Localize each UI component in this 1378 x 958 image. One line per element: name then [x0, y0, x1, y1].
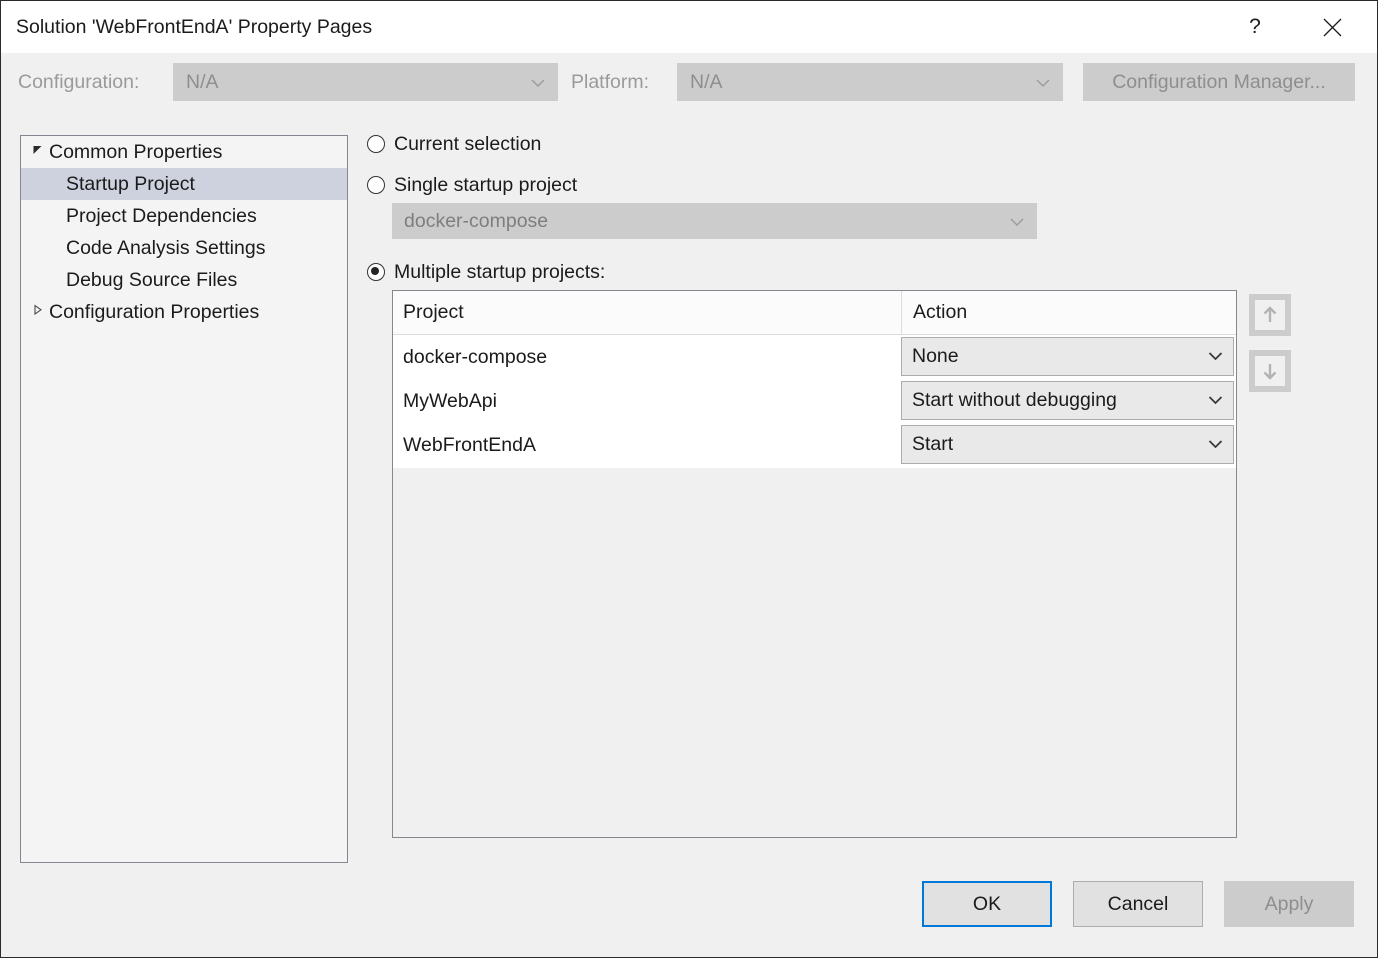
row-action-dropdown[interactable]: Start without debugging	[901, 381, 1234, 420]
cancel-button[interactable]: Cancel	[1073, 881, 1203, 927]
configuration-value: N/A	[186, 64, 219, 100]
tree-item-configuration-properties[interactable]: Configuration Properties	[21, 296, 347, 328]
configuration-bar: Configuration: N/A Platform: N/A Configu…	[1, 53, 1377, 123]
row-action-dropdown[interactable]: Start	[901, 425, 1234, 464]
grid-empty-area	[393, 468, 1236, 838]
radio-label: Single startup project	[394, 174, 577, 196]
platform-value: N/A	[690, 64, 723, 100]
column-header-project[interactable]: Project	[393, 291, 900, 334]
chevron-down-icon	[1036, 64, 1050, 100]
radio-indicator[interactable]	[367, 135, 385, 153]
window-title: Solution 'WebFrontEndA' Property Pages	[16, 1, 372, 53]
chevron-down-icon	[1208, 426, 1223, 463]
grid-header: Project Action	[393, 291, 1236, 335]
single-startup-project-dropdown[interactable]: docker-compose	[392, 203, 1037, 239]
radio-label: Current selection	[394, 133, 541, 155]
configuration-manager-button[interactable]: Configuration Manager...	[1083, 63, 1355, 101]
radio-current-selection[interactable]: Current selection	[367, 133, 541, 156]
table-row[interactable]: docker-compose None	[393, 335, 1236, 379]
tree-item-debug-source-files[interactable]: Debug Source Files	[21, 264, 347, 296]
row-project-name: MyWebApi	[403, 379, 497, 423]
table-row[interactable]: MyWebApi Start without debugging	[393, 379, 1236, 423]
platform-label: Platform:	[571, 71, 649, 94]
row-action-dropdown[interactable]: None	[901, 337, 1234, 376]
platform-dropdown[interactable]: N/A	[677, 63, 1063, 101]
move-down-button[interactable]	[1249, 350, 1291, 392]
help-icon[interactable]: ?	[1232, 1, 1278, 53]
chevron-down-icon	[1208, 382, 1223, 419]
apply-button[interactable]: Apply	[1224, 881, 1354, 927]
table-row[interactable]: WebFrontEndA Start	[393, 423, 1236, 467]
title-bar: Solution 'WebFrontEndA' Property Pages ?	[1, 1, 1377, 53]
chevron-down-icon	[1208, 338, 1223, 375]
startup-project-pane: Current selection Single startup project…	[359, 123, 1377, 873]
properties-tree[interactable]: Common Properties Startup Project Projec…	[20, 135, 348, 863]
radio-indicator[interactable]	[367, 263, 385, 281]
row-project-name: docker-compose	[403, 335, 547, 379]
radio-indicator[interactable]	[367, 176, 385, 194]
dialog-footer: OK Cancel Apply	[1, 873, 1377, 957]
tree-item-startup-project[interactable]: Startup Project	[21, 168, 347, 200]
radio-label: Multiple startup projects:	[394, 261, 605, 283]
arrow-down-icon	[1255, 356, 1285, 386]
tree-item-project-dependencies[interactable]: Project Dependencies	[21, 200, 347, 232]
startup-projects-grid[interactable]: Project Action docker-compose None	[392, 290, 1237, 838]
tree-item-label: Startup Project	[66, 173, 195, 195]
single-startup-project-value: docker-compose	[404, 204, 548, 238]
row-action-value: Start without debugging	[912, 382, 1117, 419]
tree-item-common-properties[interactable]: Common Properties	[21, 136, 347, 168]
tree-item-label: Debug Source Files	[66, 269, 237, 291]
move-up-button[interactable]	[1249, 294, 1291, 336]
configuration-label: Configuration:	[18, 71, 139, 94]
ok-button[interactable]: OK	[922, 881, 1052, 927]
tree-item-label: Code Analysis Settings	[66, 237, 265, 259]
property-pages-dialog: Solution 'WebFrontEndA' Property Pages ?…	[0, 0, 1378, 958]
tree-item-label: Project Dependencies	[66, 205, 257, 227]
tree-item-label: Configuration Properties	[49, 301, 259, 323]
grid-rows: docker-compose None MyWebApi Start witho…	[393, 335, 1236, 468]
tree-item-label: Common Properties	[49, 141, 222, 163]
chevron-down-icon	[531, 64, 545, 100]
radio-multiple-startup-projects[interactable]: Multiple startup projects:	[367, 261, 605, 284]
arrow-up-icon	[1255, 300, 1285, 330]
row-action-value: None	[912, 338, 959, 375]
column-header-action[interactable]: Action	[901, 291, 1236, 334]
dialog-body: Common Properties Startup Project Projec…	[1, 123, 1377, 873]
chevron-down-icon	[1010, 204, 1024, 238]
close-icon[interactable]	[1309, 1, 1355, 53]
row-project-name: WebFrontEndA	[403, 423, 536, 467]
row-action-value: Start	[912, 426, 953, 463]
configuration-dropdown[interactable]: N/A	[173, 63, 558, 101]
expanded-triangle-icon[interactable]	[32, 136, 46, 168]
radio-single-startup-project[interactable]: Single startup project	[367, 174, 577, 197]
collapsed-triangle-icon[interactable]	[32, 296, 46, 328]
tree-item-code-analysis-settings[interactable]: Code Analysis Settings	[21, 232, 347, 264]
